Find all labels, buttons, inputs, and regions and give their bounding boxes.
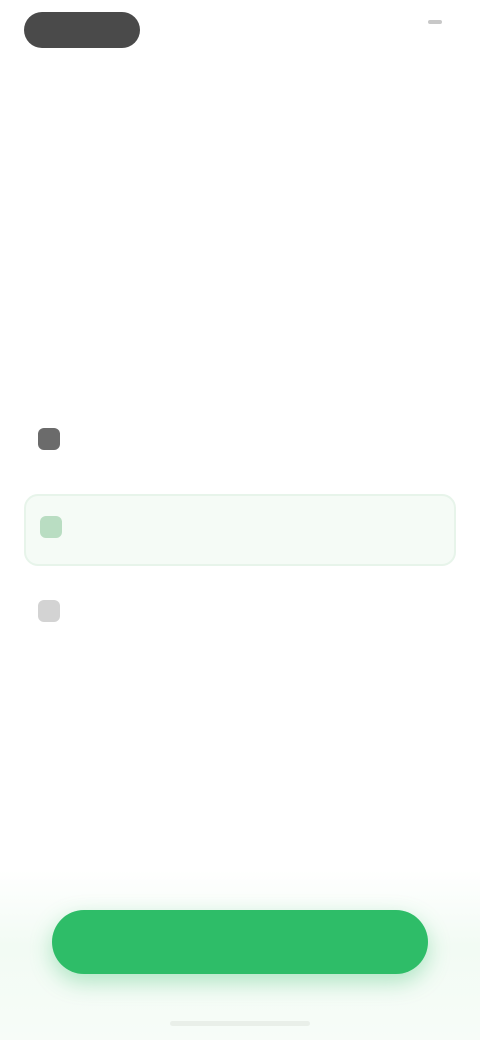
status-bar — [0, 0, 480, 64]
option-icon — [38, 600, 60, 622]
option-item[interactable] — [24, 580, 456, 652]
status-time-pill — [24, 12, 140, 48]
options-list — [24, 408, 456, 666]
status-right — [428, 20, 452, 24]
option-item-selected[interactable] — [24, 494, 456, 566]
option-icon — [38, 428, 60, 450]
continue-button[interactable] — [52, 910, 428, 974]
signal-icon — [428, 20, 442, 24]
home-indicator — [170, 1021, 310, 1026]
option-item[interactable] — [24, 408, 456, 480]
option-icon — [40, 516, 62, 538]
